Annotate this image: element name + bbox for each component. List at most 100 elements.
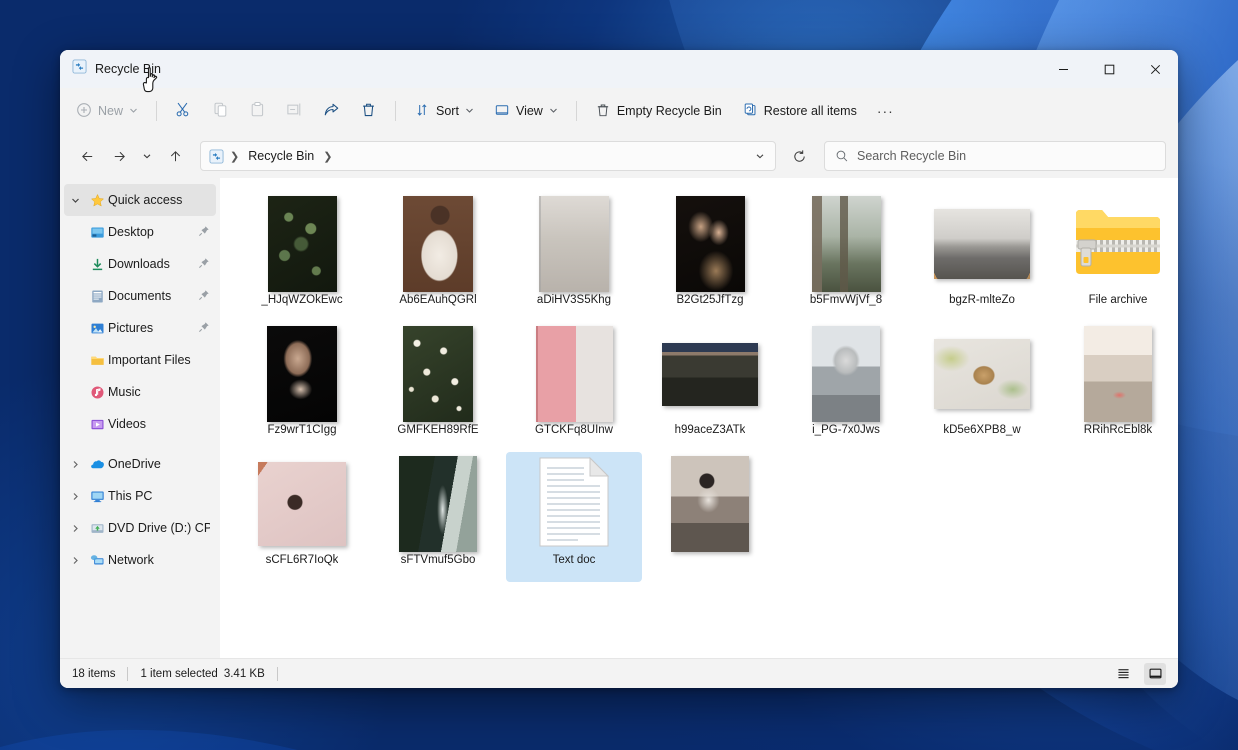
- videos-icon: [86, 417, 108, 432]
- forward-button[interactable]: [104, 141, 134, 171]
- sidebar-item-desktop[interactable]: Desktop: [64, 216, 216, 248]
- maximize-button[interactable]: [1086, 50, 1132, 88]
- empty-recycle-bin-button[interactable]: Empty Recycle Bin: [586, 95, 731, 127]
- file-name: kD5e6XPB8_w: [943, 424, 1021, 436]
- chevron-right-icon[interactable]: [64, 492, 86, 501]
- dvd-drive-icon: [86, 521, 108, 536]
- onedrive-icon: [86, 457, 108, 472]
- file-tile[interactable]: [642, 452, 778, 582]
- detail-pane-button[interactable]: [1144, 662, 1166, 685]
- sidebar-item-music[interactable]: Music: [64, 376, 216, 408]
- file-tile[interactable]: Fz9wrT1CIgg: [234, 322, 370, 452]
- file-tile[interactable]: B2Gt25JfTzg: [642, 192, 778, 322]
- address-bar[interactable]: ❯ Recycle Bin ❯: [200, 141, 776, 171]
- documents-icon: [86, 289, 108, 304]
- sidebar-label-downloads: Downloads: [108, 257, 170, 271]
- file-tile[interactable]: _HJqWZOkEwc: [234, 192, 370, 322]
- file-tile[interactable]: RRihRcEbl8k: [1050, 322, 1178, 452]
- file-tile[interactable]: i_PG-7x0Jws: [778, 322, 914, 452]
- address-dropdown-button[interactable]: [749, 141, 771, 171]
- pin-icon[interactable]: [198, 289, 210, 304]
- recent-locations-button[interactable]: [136, 141, 158, 171]
- sidebar-item-documents[interactable]: Documents: [64, 280, 216, 312]
- chevron-down-icon: [465, 104, 474, 118]
- status-item-count: 18 items: [72, 667, 116, 680]
- thumbnail-image: [399, 456, 477, 552]
- trash-icon: [595, 102, 611, 121]
- file-tile-selected[interactable]: Text doc: [506, 452, 642, 582]
- sidebar-item-downloads[interactable]: Downloads: [64, 248, 216, 280]
- sidebar-item-onedrive[interactable]: OneDrive: [64, 448, 216, 480]
- rename-button[interactable]: [277, 95, 312, 127]
- pin-icon[interactable]: [198, 257, 210, 272]
- desktop-icon: [86, 225, 108, 240]
- file-tile[interactable]: aDiHV3S5Khg: [506, 192, 642, 322]
- thumbnail-wrap: [370, 326, 506, 422]
- chevron-down-icon[interactable]: [64, 196, 86, 205]
- sidebar-item-this-pc[interactable]: This PC: [64, 480, 216, 512]
- thumbnail-image: [671, 456, 749, 552]
- file-tile[interactable]: b5FmvWjVf_8: [778, 192, 914, 322]
- sidebar-item-important-files[interactable]: Important Files: [64, 344, 216, 376]
- cut-button[interactable]: [166, 95, 201, 127]
- plus-circle-icon: [76, 102, 92, 121]
- back-button[interactable]: [72, 141, 102, 171]
- refresh-button[interactable]: [784, 141, 814, 171]
- sidebar-label-onedrive: OneDrive: [108, 457, 161, 471]
- file-tile[interactable]: h99aceZ3ATk: [642, 322, 778, 452]
- sidebar-label-dvd-drive: DVD Drive (D:) CPRA: [108, 521, 210, 535]
- folder-icon: [86, 353, 108, 368]
- share-icon: [323, 101, 340, 121]
- breadcrumb-separator: ❯: [230, 150, 240, 163]
- breadcrumb-separator-2[interactable]: ❯: [321, 150, 334, 163]
- restore-all-items-button[interactable]: Restore all items: [733, 95, 866, 127]
- chevron-right-icon[interactable]: [64, 524, 86, 533]
- thumbnail-image: [258, 462, 346, 546]
- breadcrumb-item-recycle-bin[interactable]: Recycle Bin: [243, 147, 319, 165]
- delete-button[interactable]: [351, 95, 386, 127]
- file-tile[interactable]: File archive: [1050, 192, 1178, 322]
- paste-button[interactable]: [240, 95, 275, 127]
- file-list-pane[interactable]: _HJqWZOkEwc Ab6EAuhQGRl aDiHV3S5Khg B2Gt…: [220, 178, 1178, 658]
- share-button[interactable]: [314, 95, 349, 127]
- chevron-right-icon[interactable]: [64, 460, 86, 469]
- toolbar-divider-2: [395, 101, 397, 121]
- sidebar-item-pictures[interactable]: Pictures: [64, 312, 216, 344]
- file-tile[interactable]: sFTVmuf5Gbo: [370, 452, 506, 582]
- new-button[interactable]: New: [70, 95, 147, 127]
- file-tile[interactable]: kD5e6XPB8_w: [914, 322, 1050, 452]
- sidebar-item-network[interactable]: Network: [64, 544, 216, 576]
- more-options-button[interactable]: ···: [868, 95, 903, 127]
- file-name: GTCKFq8UInw: [535, 424, 613, 436]
- chevron-right-icon[interactable]: [64, 556, 86, 565]
- restore-icon: [742, 102, 758, 121]
- search-box[interactable]: Search Recycle Bin: [824, 141, 1166, 171]
- minimize-button[interactable]: [1040, 50, 1086, 88]
- file-name: Fz9wrT1CIgg: [267, 424, 337, 436]
- navigation-pane[interactable]: Quick access Desktop Downloads Documents…: [60, 178, 220, 658]
- sidebar-group-quick-access[interactable]: Quick access: [64, 184, 216, 216]
- desktop-wallpaper: Recycle Bin New Sort View Empty Recycle …: [0, 0, 1238, 750]
- thumbnail-wrap: [778, 326, 914, 422]
- sort-button[interactable]: Sort: [405, 95, 483, 127]
- file-tile[interactable]: GMFKEH89RfE: [370, 322, 506, 452]
- up-button[interactable]: [160, 141, 190, 171]
- file-tile[interactable]: GTCKFq8UInw: [506, 322, 642, 452]
- thumbnail-wrap: [234, 326, 370, 422]
- pin-icon[interactable]: [198, 225, 210, 240]
- file-tile[interactable]: bgzR-mlteZo: [914, 192, 1050, 322]
- sidebar-item-dvd-drive[interactable]: DVD Drive (D:) CPRA: [64, 512, 216, 544]
- search-input[interactable]: Search Recycle Bin: [857, 149, 966, 163]
- sidebar-item-videos[interactable]: Videos: [64, 408, 216, 440]
- view-button[interactable]: View: [485, 95, 567, 127]
- this-pc-icon: [86, 489, 108, 504]
- close-button[interactable]: [1132, 50, 1178, 88]
- pin-icon[interactable]: [198, 321, 210, 336]
- file-tile[interactable]: Ab6EAuhQGRl: [370, 192, 506, 322]
- copy-button[interactable]: [203, 95, 238, 127]
- status-size: 3.41 KB: [223, 667, 265, 680]
- thumbnail-wrap: [642, 456, 778, 552]
- list-view-button[interactable]: [1112, 663, 1134, 685]
- file-tile[interactable]: sCFL6R7IoQk: [234, 452, 370, 582]
- thumbnail-image: [535, 326, 613, 422]
